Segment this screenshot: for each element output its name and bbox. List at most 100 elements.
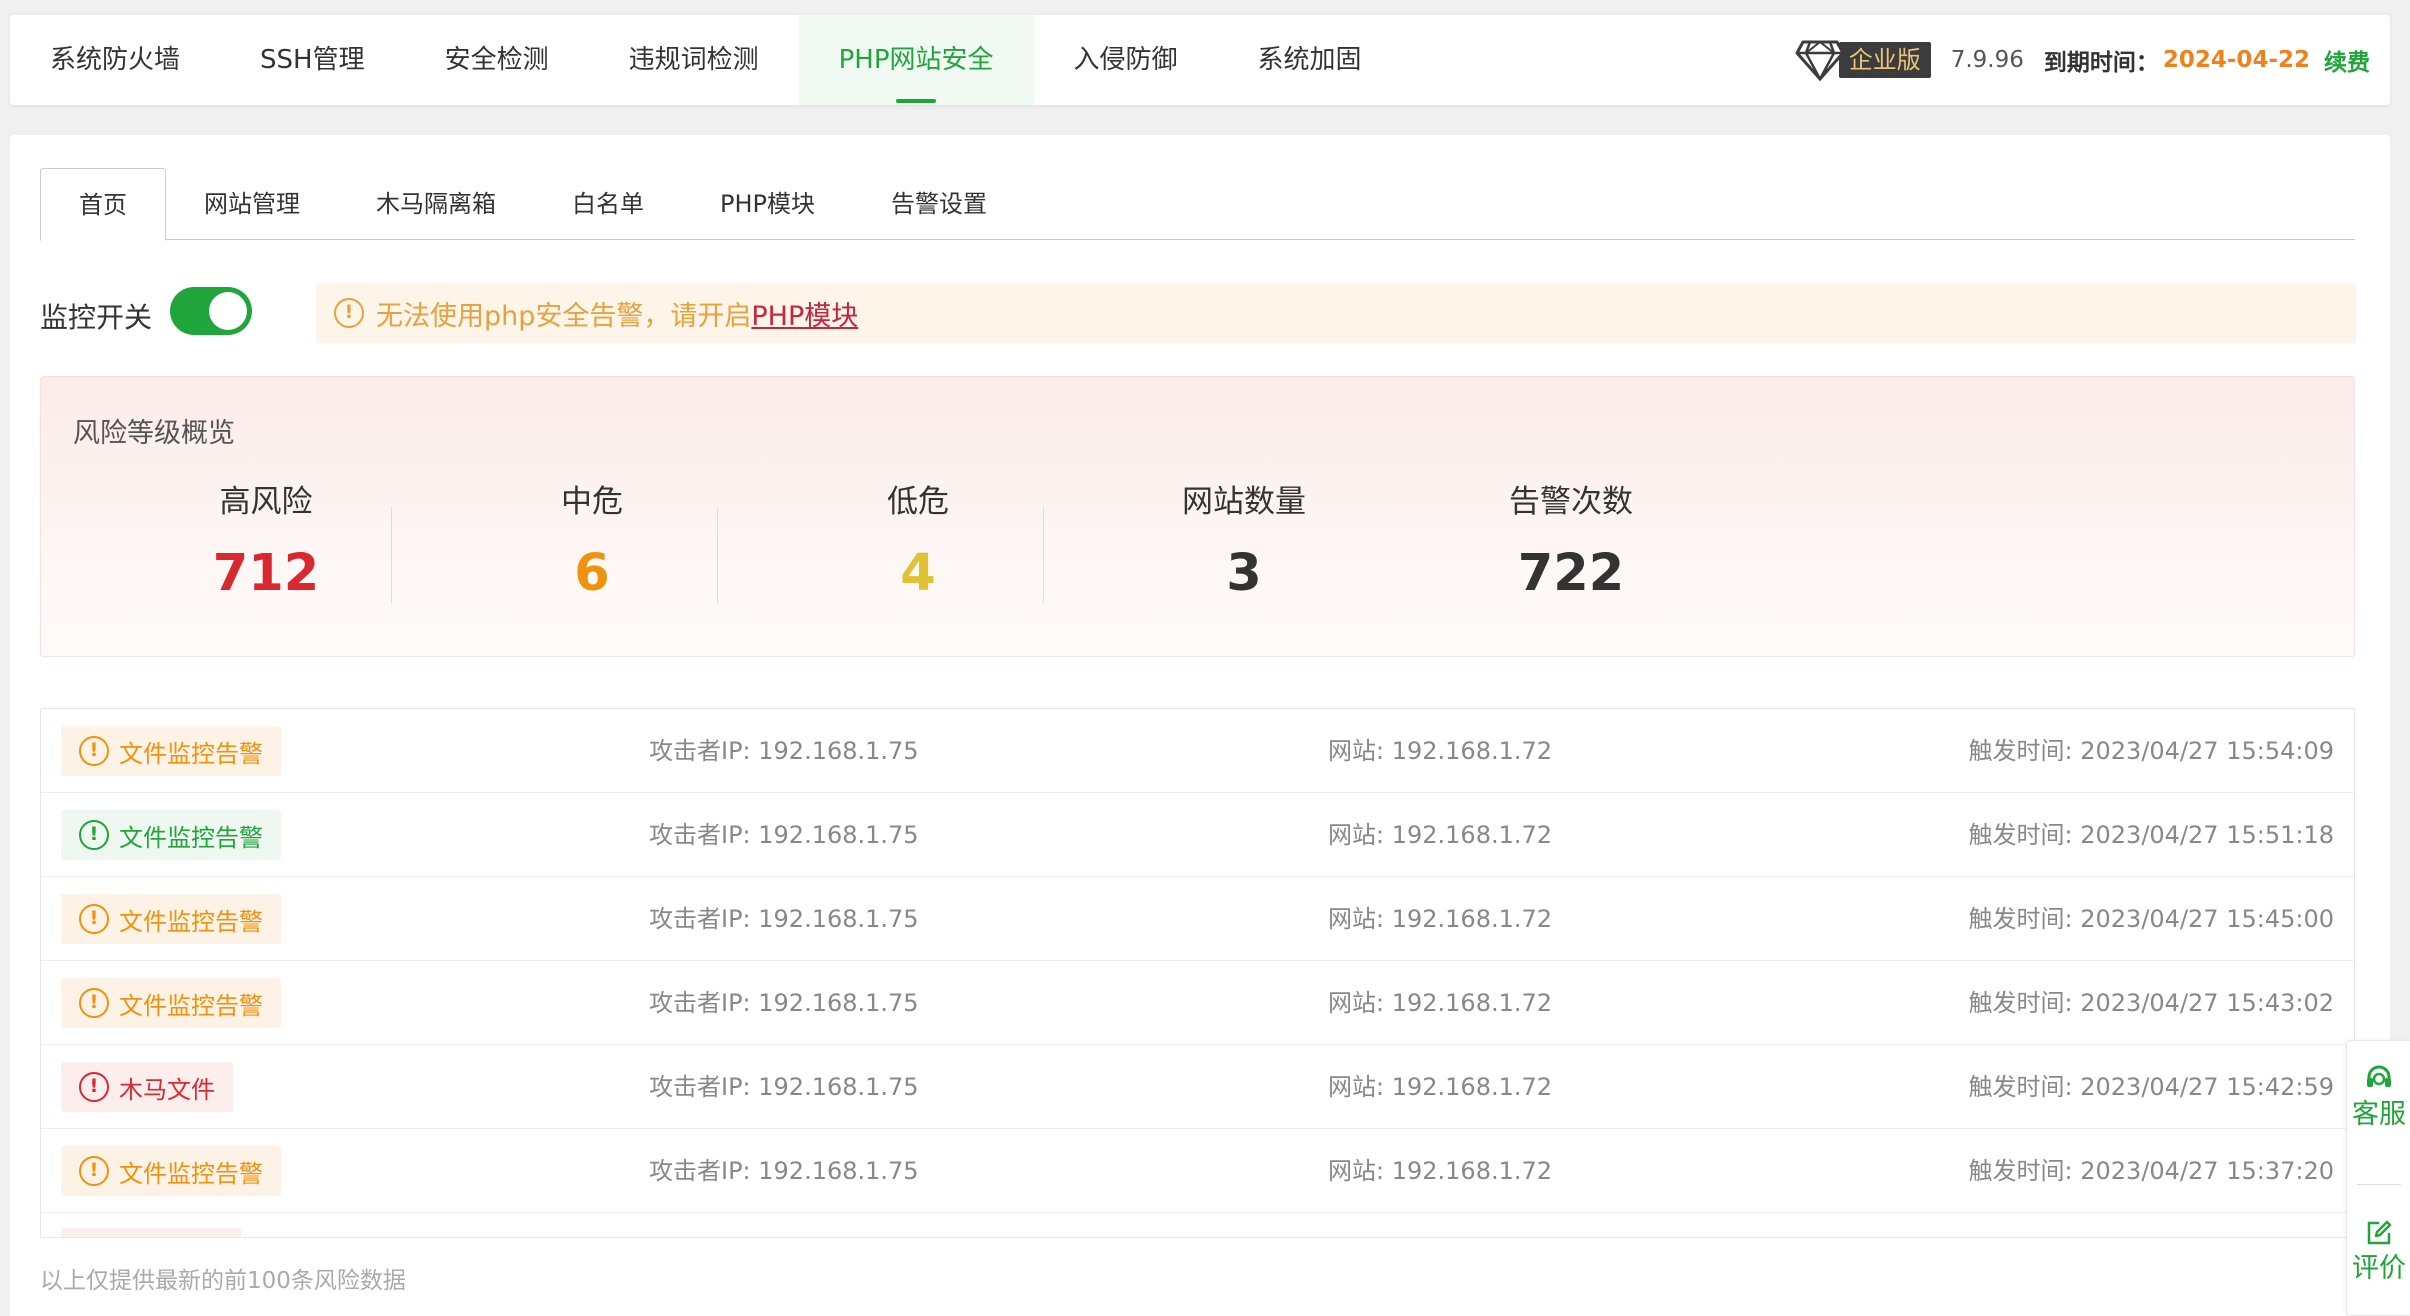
alert-type: 木马文件 [119, 1075, 215, 1104]
tab-php-module[interactable]: PHP模块 [682, 168, 853, 240]
attacker-ip: 攻击者IP: 192.168.1.75 [649, 821, 919, 849]
sub-tabs: 首页 网站管理 木马隔离箱 白名单 PHP模块 告警设置 [40, 168, 2355, 241]
warning-icon: ! [79, 904, 109, 934]
attacker-ip: 攻击者IP: 192.168.1.75 [649, 1157, 919, 1185]
alert-type-tag: ! 木马文件 [61, 1062, 233, 1112]
alert-list[interactable]: ! 文件监控告警 攻击者IP: 192.168.1.75 网站: 192.168.… [40, 708, 2355, 1238]
footnote: 以上仅提供最新的前100条风险数据 [40, 1268, 406, 1294]
stat-value[interactable]: 4 [753, 544, 1083, 604]
review-label: 评价 [2352, 1253, 2406, 1284]
alert-row[interactable]: ! 文件监控告警 攻击者IP: 192.168.1.75 网站: 192.168.… [41, 793, 2354, 877]
stat-label: 高风险 [219, 484, 313, 520]
site: 网站: 192.168.1.72 [1328, 989, 1553, 1017]
monitor-row: 监控开关 ! 无法使用php安全告警，请开启 PHP模块 [40, 283, 2356, 343]
diamond-icon [1795, 40, 1845, 82]
alert-row[interactable]: ! 文件监控告警 攻击者IP: 192.168.1.75 网站: 192.168.… [41, 877, 2354, 961]
trigger-time: 触发时间: 2023/04/27 15:43:02 [1968, 989, 2334, 1017]
nav-item-security-check[interactable]: 安全检测 [405, 15, 589, 105]
nav-item-violation-word-check[interactable]: 违规词检测 [589, 15, 799, 105]
stat-low-risk: 低危 4 [753, 482, 1083, 612]
overview-title: 风险等级概览 [73, 418, 235, 449]
stat-medium-risk: 中危 6 [427, 482, 757, 612]
attacker-ip: 攻击者IP: 192.168.1.75 [649, 989, 919, 1017]
site: 网站: 192.168.1.72 [1328, 821, 1553, 849]
php-alert-notice: ! 无法使用php安全告警，请开启 PHP模块 [316, 283, 2356, 343]
nav-item-php-site-security[interactable]: PHP网站安全 [798, 15, 1034, 105]
alert-row[interactable]: ! 文件监控告警 攻击者IP: 192.168.1.75 网站: 192.168.… [41, 1129, 2354, 1213]
alert-type: 文件监控告警 [119, 1159, 263, 1188]
notice-text: 无法使用php安全告警，请开启 [376, 300, 752, 332]
main-panel: 首页 网站管理 木马隔离箱 白名单 PHP模块 告警设置 监控开关 ! 无法使用… [10, 135, 2390, 1316]
alert-type-tag: ! 文件监控告警 [61, 894, 281, 944]
version-number: 7.9.96 [1950, 47, 2024, 73]
customer-service-label: 客服 [2352, 1099, 2406, 1130]
warning-icon: ! [79, 1156, 109, 1186]
renew-link[interactable]: 续费 [2324, 43, 2370, 77]
alert-type: 文件监控告警 [119, 739, 263, 768]
license-info: 企业版 7.9.96 到期时间： 2024-04-22 续费 [1795, 15, 2370, 105]
attacker-ip: 攻击者IP: 192.168.1.75 [649, 905, 919, 933]
alert-type-tag: ! 文件监控告警 [61, 726, 281, 776]
nav-item-system-hardening[interactable]: 系统加固 [1218, 15, 1402, 105]
alert-type-tag: ! 文件监控告警 [61, 978, 281, 1028]
stat-value[interactable]: 712 [101, 544, 431, 604]
enable-php-module-link[interactable]: PHP模块 [751, 294, 858, 333]
attacker-ip: 攻击者IP: 192.168.1.75 [649, 737, 919, 765]
nav-item-system-firewall[interactable]: 系统防火墙 [10, 15, 220, 105]
alert-row[interactable]: ! 文件监控告警 攻击者IP: 192.168.1.75 网站: 192.168.… [41, 961, 2354, 1045]
nav-item-intrusion-prevention[interactable]: 入侵防御 [1034, 15, 1218, 105]
review-button[interactable]: 评价 [2347, 1219, 2410, 1285]
edit-icon [2367, 1220, 2392, 1245]
stat-site-count: 网站数量 3 [1079, 482, 1409, 612]
stat-divider [717, 507, 718, 603]
tab-home[interactable]: 首页 [40, 168, 166, 241]
alert-type: 文件监控告警 [119, 823, 263, 852]
top-nav: 系统防火墙 SSH管理 安全检测 违规词检测 PHP网站安全 入侵防御 系统加固 [10, 15, 1402, 105]
stat-label: 中危 [561, 484, 623, 520]
alert-type: 文件监控告警 [119, 907, 263, 936]
tab-site-management[interactable]: 网站管理 [166, 168, 338, 240]
floating-side-panel: 客服 评价 [2346, 1040, 2410, 1316]
monitor-toggle[interactable] [170, 287, 252, 335]
tab-whitelist[interactable]: 白名单 [534, 168, 682, 240]
warning-icon: ! [334, 298, 364, 328]
monitor-switch-label: 监控开关 [40, 301, 153, 334]
trigger-time: 触发时间: 2023/04/27 15:42:59 [1968, 1073, 2334, 1101]
site: 网站: 192.168.1.72 [1328, 1073, 1553, 1101]
headset-icon [2367, 1065, 2391, 1087]
alert-type: 文件监控告警 [119, 991, 263, 1020]
alert-row[interactable]: ! 文件监控告警 攻击者IP: 192.168.1.75 网站: 192.168.… [41, 709, 2354, 793]
stat-divider [391, 507, 392, 603]
stat-value[interactable]: 3 [1079, 544, 1409, 604]
site: 网站: 192.168.1.72 [1328, 905, 1553, 933]
alert-type-tag: ! 文件监控告警 [61, 1146, 281, 1196]
stat-label: 网站数量 [1182, 484, 1306, 520]
stat-alert-count: 告警次数 722 [1406, 482, 1736, 612]
trigger-time: 触发时间: 2023/04/27 15:54:09 [1968, 737, 2334, 765]
customer-service-button[interactable]: 客服 [2347, 1063, 2410, 1131]
top-nav-bar: 系统防火墙 SSH管理 安全检测 违规词检测 PHP网站安全 入侵防御 系统加固… [10, 15, 2390, 105]
stat-value[interactable]: 722 [1406, 544, 1736, 604]
trigger-time: 触发时间: 2023/04/27 15:51:18 [1968, 821, 2334, 849]
trigger-time: 触发时间: 2023/04/27 15:37:20 [1968, 1157, 2334, 1185]
expire-label: 到期时间： [2043, 50, 2159, 76]
alert-row[interactable]: ! 木马文件 攻击者IP: 192.168.1.75 网站: 192.168.1.… [41, 1045, 2354, 1129]
site: 网站: 192.168.1.72 [1328, 737, 1553, 765]
side-divider [2357, 1184, 2401, 1185]
edition: 企业版 [1795, 40, 1931, 82]
attacker-ip: 攻击者IP: 192.168.1.75 [649, 1073, 919, 1101]
tab-alert-settings[interactable]: 告警设置 [853, 168, 1025, 240]
stat-value[interactable]: 6 [427, 544, 757, 604]
alert-row-partial[interactable] [41, 1213, 2354, 1237]
risk-overview: 风险等级概览 高风险 712 中危 6 低危 4 网站数量 3 告警次数 722 [40, 376, 2355, 657]
warning-icon: ! [79, 988, 109, 1018]
stat-high-risk: 高风险 712 [101, 482, 431, 612]
stat-divider [1043, 507, 1044, 603]
tab-trojan-quarantine[interactable]: 木马隔离箱 [338, 168, 534, 240]
nav-item-ssh-management[interactable]: SSH管理 [220, 15, 405, 105]
stat-label: 低危 [887, 484, 949, 520]
edition-badge: 企业版 [1838, 42, 1931, 78]
warning-icon: ! [79, 820, 109, 850]
warning-icon: ! [79, 736, 109, 766]
site: 网站: 192.168.1.72 [1328, 1157, 1553, 1185]
